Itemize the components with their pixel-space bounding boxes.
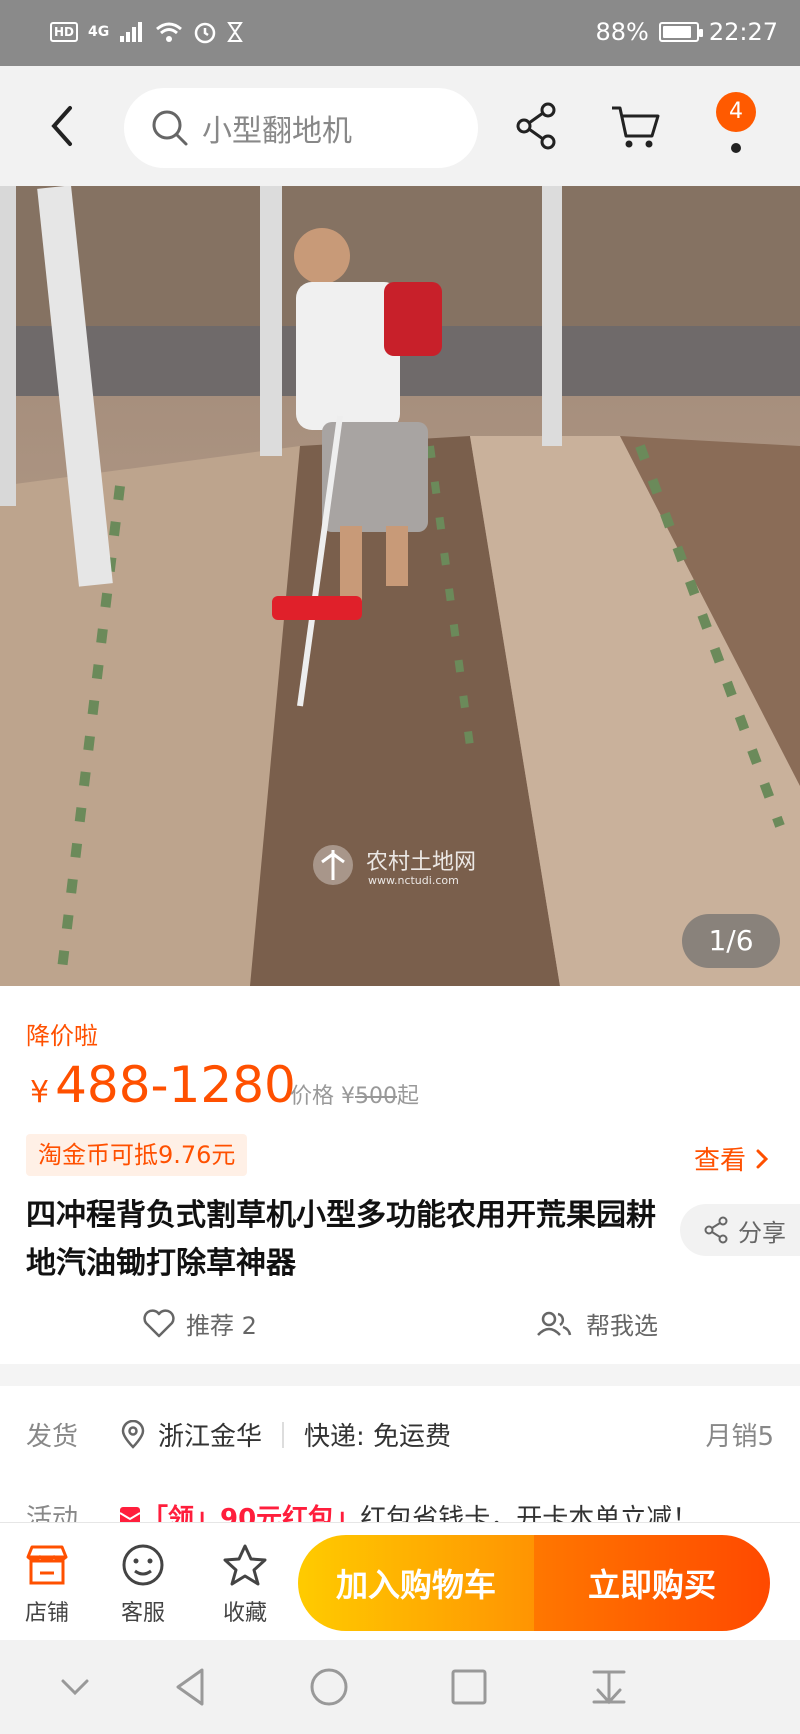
ship-location: 浙江金华 (158, 1422, 263, 1452)
chevron-left-icon (51, 106, 72, 146)
price: ¥ 488-1280 (30, 1056, 296, 1114)
store-icon (26, 1545, 68, 1585)
search-icon (152, 110, 188, 146)
image-page-indicator: 1/6 (682, 914, 780, 968)
original-price-value: 500 (355, 1084, 397, 1109)
original-price-suffix: 起 (397, 1084, 420, 1109)
price-drop-tag: 降价啦 (26, 1022, 98, 1050)
cart-button[interactable] (606, 96, 666, 156)
monthly-sales: 月销5 (705, 1422, 774, 1452)
status-right: 88% 22:27 (595, 18, 778, 46)
store-label: 店铺 (24, 1601, 69, 1626)
chevron-right-icon (756, 1149, 769, 1168)
share-pill-button[interactable]: 分享 (680, 1204, 800, 1256)
triangle-back-icon (176, 1668, 204, 1706)
shipping-section: 发货 浙江金华 快递: 免运费 月销5 活动 「领」90元红包」 红包省钱卡，开… (0, 1386, 800, 1536)
service-label: 客服 (120, 1601, 165, 1626)
more-badge[interactable]: 4 (716, 92, 756, 132)
clock: 22:27 (708, 18, 778, 46)
product-image[interactable]: 农村土地网 www.nctudi.com (0, 186, 800, 986)
currency-symbol: ¥ (30, 1075, 50, 1110)
share-button[interactable] (508, 96, 568, 156)
courier-info: 快递: 免运费 (304, 1422, 452, 1452)
circle-home-icon (310, 1668, 348, 1706)
collapse-button[interactable] (50, 1662, 100, 1712)
watermark-logo-icon (313, 845, 353, 885)
search-box[interactable]: 小型翻地机 (124, 88, 478, 168)
bottom-action-bar: 店铺 客服 收藏 加入购物车 立即购买 (0, 1522, 800, 1640)
recommend-button[interactable]: 推荐 2 (142, 1306, 257, 1341)
coin-offer-badge[interactable]: 淘金币可抵9.76元 (26, 1134, 248, 1176)
purchase-buttons: 加入购物车 立即购买 (298, 1535, 770, 1631)
price-range: 488-1280 (55, 1056, 296, 1114)
watermark-text: 农村土地网 (366, 850, 477, 875)
product-info-card: 降价啦 ¥ 488-1280 价格 ¥500起 淘金币可抵9.76元 查看 四冲… (0, 986, 800, 1364)
people-icon (537, 1311, 572, 1336)
notification-pulldown-button[interactable] (584, 1662, 634, 1712)
battery-fill (662, 26, 691, 38)
hd-icon: HD (50, 22, 79, 42)
battery-percent: 88% (595, 18, 649, 46)
favorite-tab[interactable]: 收藏 (210, 1543, 280, 1627)
more-dot-icon[interactable] (731, 143, 741, 153)
star-icon (223, 1544, 267, 1586)
help-choose-button[interactable]: 帮我选 (536, 1306, 658, 1341)
chevron-down-icon (61, 1679, 89, 1696)
original-price-prefix: 价格 ¥ (290, 1084, 355, 1109)
pulldown-icon (592, 1670, 626, 1705)
system-nav-bar (0, 1640, 800, 1734)
recents-button[interactable] (444, 1662, 494, 1712)
search-query: 小型翻地机 (202, 114, 352, 149)
watermark: 农村土地网 www.nctudi.com (310, 842, 476, 892)
battery-icon (658, 22, 703, 42)
location-pin-icon (121, 1419, 145, 1449)
wifi-icon (156, 22, 183, 42)
add-to-cart-button[interactable]: 加入购物车 (298, 1535, 534, 1631)
square-recents-icon (451, 1669, 487, 1705)
help-choose-label: 帮我选 (586, 1312, 658, 1340)
service-tab[interactable]: 客服 (108, 1543, 178, 1627)
view-label: 查看 (693, 1146, 746, 1176)
store-tab[interactable]: 店铺 (12, 1543, 82, 1627)
status-left: HD 4G (50, 20, 244, 44)
hourglass-icon (227, 22, 244, 42)
recommend-label: 推荐 2 (186, 1312, 257, 1340)
product-title: 四冲程背负式割草机小型多功能农用开荒果园耕地汽油锄打除草神器 (26, 1198, 656, 1281)
view-coin-link[interactable]: 查看 (694, 1140, 770, 1177)
watermark-url: www.nctudi.com (368, 874, 459, 887)
favorite-label: 收藏 (222, 1601, 267, 1626)
signal-icon (120, 22, 143, 42)
service-icon (122, 1544, 164, 1586)
original-price: 价格 ¥500起 (290, 1078, 419, 1110)
divider (282, 1421, 285, 1448)
status-bar: HD 4G 88% 22:27 (0, 0, 800, 66)
heart-icon (143, 1308, 175, 1337)
share-label: 分享 (738, 1218, 786, 1247)
share-icon (516, 102, 556, 150)
back-button[interactable] (40, 96, 90, 156)
ship-label: 发货 (26, 1422, 79, 1452)
system-back-button[interactable] (166, 1662, 216, 1712)
alarm-icon (195, 22, 216, 44)
home-button[interactable] (304, 1662, 354, 1712)
network-label: 4G (88, 24, 110, 40)
top-nav-bar: 小型翻地机 4 (0, 66, 800, 186)
shipping-row[interactable]: 发货 浙江金华 快递: 免运费 月销5 (26, 1416, 774, 1453)
cart-icon (612, 106, 660, 148)
share-icon (704, 1216, 728, 1244)
buy-now-button[interactable]: 立即购买 (534, 1535, 770, 1631)
